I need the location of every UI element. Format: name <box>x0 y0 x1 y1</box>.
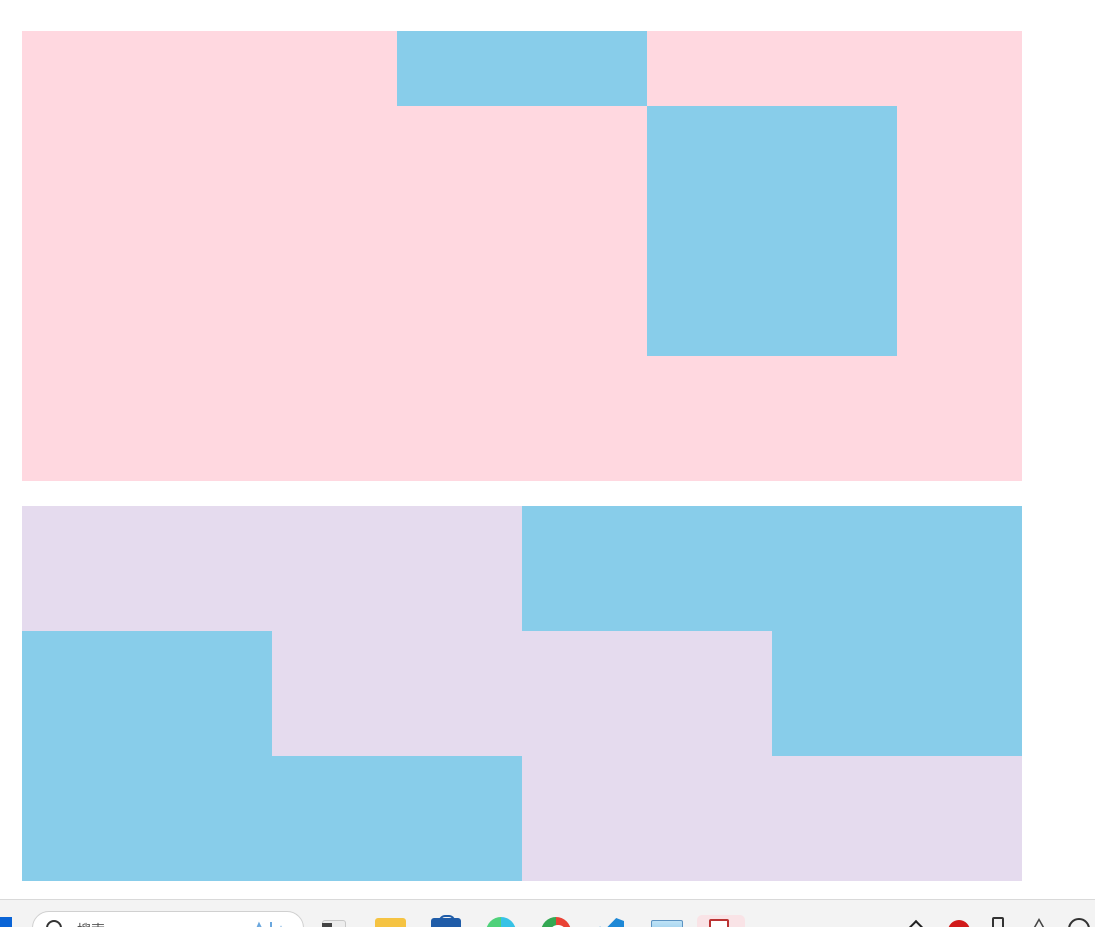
edge-icon[interactable] <box>485 915 516 927</box>
top-blue-block-small <box>397 31 647 106</box>
task-view-icon[interactable] <box>320 915 348 927</box>
document-app-icon[interactable] <box>697 915 745 927</box>
usb-icon[interactable] <box>992 917 1004 927</box>
windows-start-icon[interactable] <box>0 917 12 927</box>
chrome-icon[interactable] <box>540 915 571 927</box>
bottom-blue-block-left <box>22 631 272 881</box>
triangle-warning-icon[interactable] <box>1031 918 1047 927</box>
top-blue-block-large <box>647 106 897 356</box>
bottom-blue-block-bottom-center <box>272 756 522 881</box>
page: 搜索 <box>0 0 1095 927</box>
search-icon <box>46 920 62 927</box>
search-placeholder: 搜索 <box>77 920 105 927</box>
taskbar: 搜索 <box>0 899 1095 927</box>
red-circle-app-icon[interactable] <box>948 920 970 927</box>
taskbar-search-box[interactable]: 搜索 <box>32 911 304 927</box>
vscode-icon[interactable] <box>595 915 625 927</box>
bottom-blue-block-middle-right <box>772 631 1022 756</box>
wifi-icon[interactable] <box>1068 918 1090 927</box>
chevron-up-icon[interactable] <box>908 919 924 927</box>
photos-icon[interactable] <box>650 915 683 927</box>
bottom-grid-panel <box>22 506 1022 881</box>
top-grid-panel <box>22 31 1022 481</box>
bottom-blue-block-top-right <box>522 506 1022 631</box>
store-bag-icon[interactable] <box>430 915 461 927</box>
search-highlight-icon <box>256 921 282 927</box>
folder-icon[interactable] <box>375 915 406 927</box>
